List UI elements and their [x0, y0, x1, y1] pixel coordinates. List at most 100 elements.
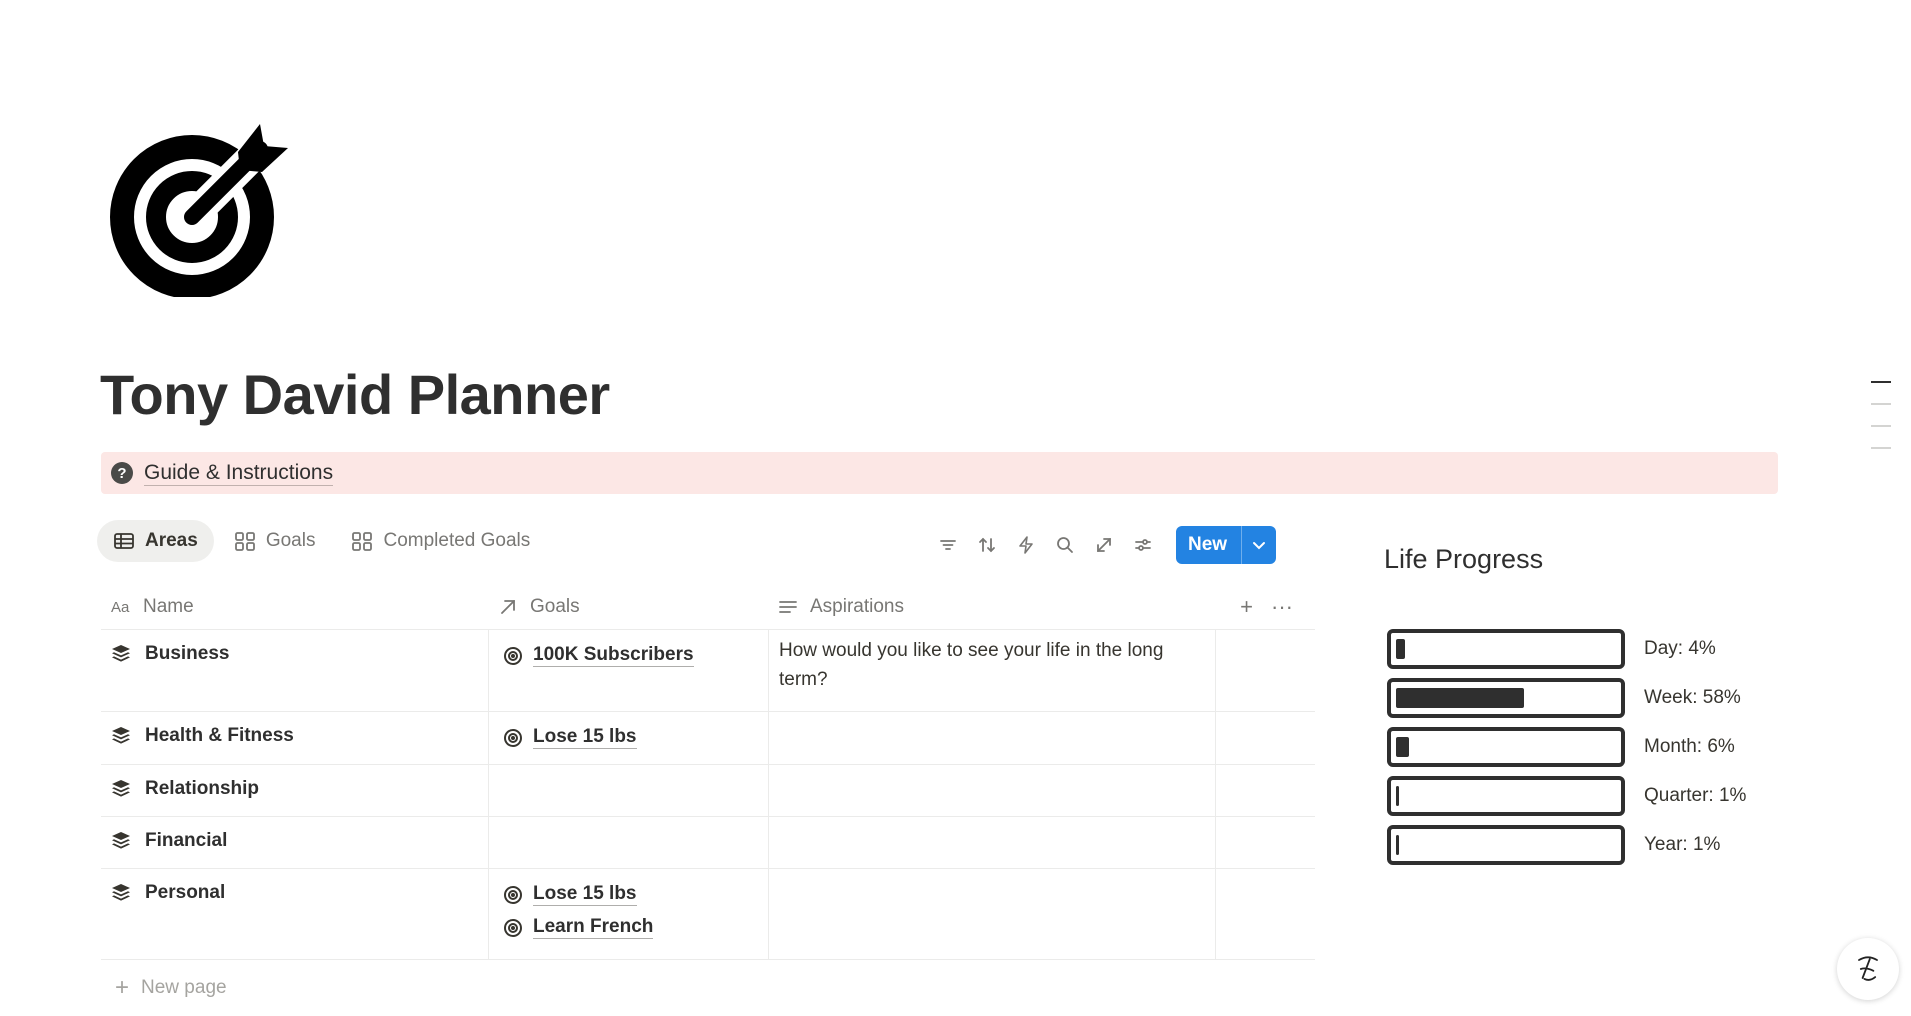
view-settings-button[interactable] — [1123, 530, 1162, 560]
goal-link[interactable]: 100K Subscribers — [503, 644, 758, 667]
new-button[interactable]: New — [1176, 526, 1241, 564]
table-icon — [114, 533, 134, 549]
area-name: Personal — [145, 882, 226, 903]
expand-icon — [1096, 538, 1111, 552]
aspirations-cell[interactable]: How would you like to see your life in t… — [768, 630, 1215, 711]
table-row[interactable]: Financial — [101, 817, 1315, 869]
progress-fill — [1396, 834, 1399, 855]
automation-icon — [1018, 536, 1033, 554]
column-actions: + ··· — [1215, 585, 1315, 629]
progress-label: Day: 4% — [1644, 637, 1716, 659]
column-label: Aspirations — [810, 596, 904, 617]
expand-button[interactable] — [1084, 530, 1123, 560]
layers-icon — [112, 884, 130, 901]
area-name: Financial — [145, 830, 228, 851]
toc-line[interactable] — [1871, 425, 1891, 427]
aspirations-cell[interactable] — [768, 817, 1215, 868]
name-cell[interactable]: Health & Fitness — [101, 712, 488, 764]
target-icon — [504, 728, 522, 747]
goal-link[interactable]: Lose 15 lbs — [503, 883, 758, 906]
filter-button[interactable] — [928, 530, 967, 560]
gallery-icon — [234, 532, 255, 551]
guide-link[interactable]: Guide & Instructions — [144, 461, 334, 486]
question-circle-icon: ? — [111, 462, 133, 484]
progress-bar — [1387, 775, 1625, 816]
tab-areas[interactable]: Areas — [97, 520, 214, 562]
plus-icon: + — [115, 974, 130, 1001]
goal-link[interactable]: Lose 15 lbs — [503, 726, 758, 749]
svg-text:Aa: Aa — [111, 599, 130, 616]
goal-name: 100K Subscribers — [533, 644, 694, 667]
goals-cell[interactable] — [488, 817, 768, 868]
table-header: Aa Name Goals Aspirations + ··· — [101, 585, 1315, 630]
page-title[interactable]: Tony David Planner — [100, 362, 610, 427]
name-cell[interactable]: Financial — [101, 817, 488, 868]
new-dropdown-button[interactable] — [1241, 526, 1276, 564]
name-cell[interactable]: Business — [101, 630, 488, 711]
settings-icon — [1134, 539, 1151, 551]
empty-cell — [1215, 712, 1315, 764]
progress-label: Week: 58% — [1644, 686, 1741, 708]
progress-row-year: Year: 1% — [1387, 820, 1746, 869]
layers-icon — [112, 832, 130, 849]
progress-row-week: Week: 58% — [1387, 673, 1746, 722]
column-header-aspirations[interactable]: Aspirations — [768, 585, 1215, 629]
automation-button[interactable] — [1006, 530, 1045, 560]
progress-row-day: Day: 4% — [1387, 624, 1746, 673]
progress-fill — [1396, 785, 1399, 806]
goals-cell[interactable]: Lose 15 lbs — [488, 712, 768, 764]
area-name: Health & Fitness — [145, 725, 294, 746]
toc-line[interactable] — [1871, 403, 1891, 405]
goal-name: Lose 15 lbs — [533, 883, 637, 906]
life-progress-widget: Day: 4% Week: 58% Month: 6% Quarter: 1% … — [1387, 624, 1746, 869]
layers-icon — [112, 727, 130, 744]
target-icon — [504, 885, 522, 904]
toc-line[interactable] — [1871, 447, 1891, 449]
table-row[interactable]: Health & Fitness Lose 15 lbs — [101, 712, 1315, 765]
progress-fill — [1396, 687, 1524, 708]
progress-label: Year: 1% — [1644, 833, 1721, 855]
goals-cell[interactable]: 100K Subscribers — [488, 630, 768, 711]
target-icon — [504, 918, 522, 937]
goal-link[interactable]: Learn French — [503, 916, 758, 939]
progress-fill — [1396, 736, 1409, 757]
new-page-button[interactable]: + New page — [101, 960, 1315, 1016]
table-row[interactable]: Relationship — [101, 765, 1315, 817]
view-tabs: Areas Goals Completed Goals — [97, 520, 550, 562]
empty-cell — [1215, 817, 1315, 868]
table-of-contents-outline[interactable] — [1871, 381, 1893, 469]
tab-goals[interactable]: Goals — [218, 520, 332, 562]
title-icon: Aa — [111, 599, 130, 616]
chevron-down-icon — [1253, 542, 1266, 550]
goal-name: Lose 15 lbs — [533, 726, 637, 749]
tab-completed-goals[interactable]: Completed Goals — [335, 520, 546, 562]
toc-line[interactable] — [1871, 381, 1891, 383]
filter-icon — [939, 540, 956, 550]
ai-assistant-button[interactable] — [1837, 938, 1899, 1000]
layers-icon — [112, 645, 130, 662]
name-cell[interactable]: Personal — [101, 869, 488, 959]
goals-cell[interactable]: Lose 15 lbs Learn French — [488, 869, 768, 959]
tab-label: Areas — [145, 530, 198, 551]
column-header-name[interactable]: Aa Name — [101, 585, 488, 629]
goals-cell[interactable] — [488, 765, 768, 816]
sort-button[interactable] — [967, 530, 1006, 560]
search-button[interactable] — [1045, 530, 1084, 560]
search-icon — [1056, 537, 1073, 553]
target-icon[interactable] — [110, 112, 295, 297]
guide-callout[interactable]: ? Guide & Instructions — [101, 452, 1778, 494]
table-row[interactable]: Business 100K Subscribers How would you … — [101, 630, 1315, 712]
name-cell[interactable]: Relationship — [101, 765, 488, 816]
aspirations-cell[interactable] — [768, 712, 1215, 764]
progress-row-quarter: Quarter: 1% — [1387, 771, 1746, 820]
progress-bar — [1387, 726, 1625, 767]
ai-face-icon — [1858, 956, 1878, 981]
aspirations-cell[interactable] — [768, 869, 1215, 959]
aspirations-cell[interactable] — [768, 765, 1215, 816]
more-options-icon[interactable]: ··· — [1271, 594, 1293, 620]
column-header-goals[interactable]: Goals — [488, 585, 768, 629]
table-row[interactable]: Personal Lose 15 lbs Learn French — [101, 869, 1315, 960]
add-column-icon[interactable]: + — [1240, 594, 1253, 620]
column-label: Name — [143, 596, 194, 617]
progress-bar — [1387, 677, 1625, 718]
